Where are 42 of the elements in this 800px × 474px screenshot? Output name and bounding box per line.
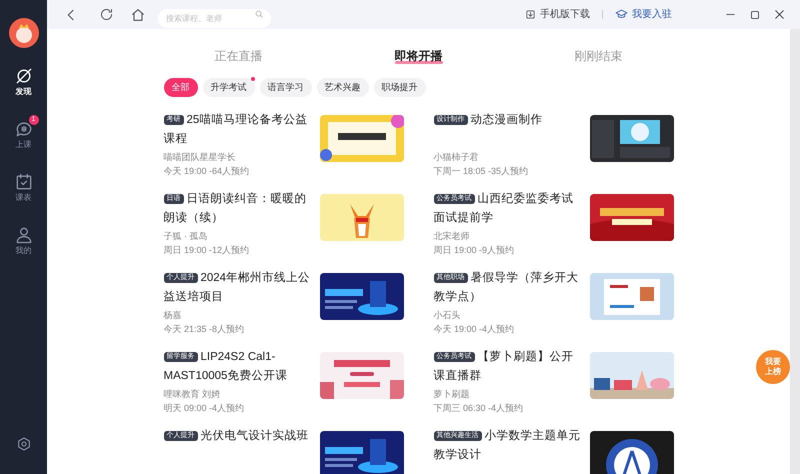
schedule-text: 今天 21:35 -8人预约 xyxy=(164,323,246,336)
schedule-text: 明天 09:00 -4人预约 xyxy=(164,402,246,415)
calendar-icon[interactable] xyxy=(14,172,34,192)
sidebar-item[interactable]: 发现 xyxy=(14,66,34,97)
teacher-name: 子狐 · 孤岛 xyxy=(164,230,208,243)
maximize-icon[interactable] xyxy=(749,8,761,20)
search-field[interactable]: 搜索课程、老师 xyxy=(158,9,271,28)
tab[interactable]: 正在直播 xyxy=(210,47,266,65)
filter-chip[interactable]: 语言学习 xyxy=(260,78,312,97)
graduation-cap-icon[interactable] xyxy=(615,8,628,21)
schedule-text: 下周一 18:05 -35人预约 xyxy=(434,165,530,178)
teacher-name: 哩咪教育 刘婍 xyxy=(164,388,222,401)
schedule-text: 下周三 06:30 -4人预约 xyxy=(434,402,524,415)
filter-chip[interactable]: 艺术兴趣 xyxy=(316,78,368,97)
schedule-text: 今天 19:00 -64人预约 xyxy=(164,165,250,178)
filter-chip[interactable]: 全部 xyxy=(164,78,198,97)
teacher-name: 杨嘉 xyxy=(164,309,182,322)
person-icon[interactable] xyxy=(14,225,34,245)
home-icon[interactable] xyxy=(130,6,146,22)
teacher-name: 小猫柿子君 xyxy=(434,151,480,164)
join-link[interactable]: 我要入驻 xyxy=(615,7,672,22)
close-icon[interactable] xyxy=(773,8,786,21)
teacher-name: 小石头 xyxy=(434,309,462,322)
teacher-name: 喵喵团队星星学长 xyxy=(164,151,236,164)
avatar[interactable] xyxy=(8,18,38,48)
filter-chip[interactable]: 升学考试 xyxy=(202,78,254,97)
sidebar-item[interactable]: 课表 xyxy=(14,172,34,203)
schedule-text: 周日 19:00 -12人预约 xyxy=(164,244,250,257)
schedule-text: 周日 19:00 -9人预约 xyxy=(434,244,516,257)
teacher-name: 萝卜刷题 xyxy=(434,388,470,401)
scrollbar[interactable] xyxy=(790,29,800,474)
settings-icon[interactable] xyxy=(16,436,32,452)
tab[interactable]: 即将开播 xyxy=(390,47,446,65)
planet-icon[interactable] xyxy=(14,66,34,86)
filter-chip[interactable]: 职场提升 xyxy=(374,78,426,97)
download-link[interactable]: 手机版下载 xyxy=(525,7,590,22)
sidebar-item[interactable]: 我的 xyxy=(14,225,34,256)
schedule-text: 今天 19:00 -4人预约 xyxy=(434,323,516,336)
refresh-icon[interactable] xyxy=(99,7,114,22)
teacher-name: 北宋老师 xyxy=(434,230,470,243)
tab[interactable]: 刚刚结束 xyxy=(570,47,626,65)
download-icon[interactable] xyxy=(525,9,536,20)
